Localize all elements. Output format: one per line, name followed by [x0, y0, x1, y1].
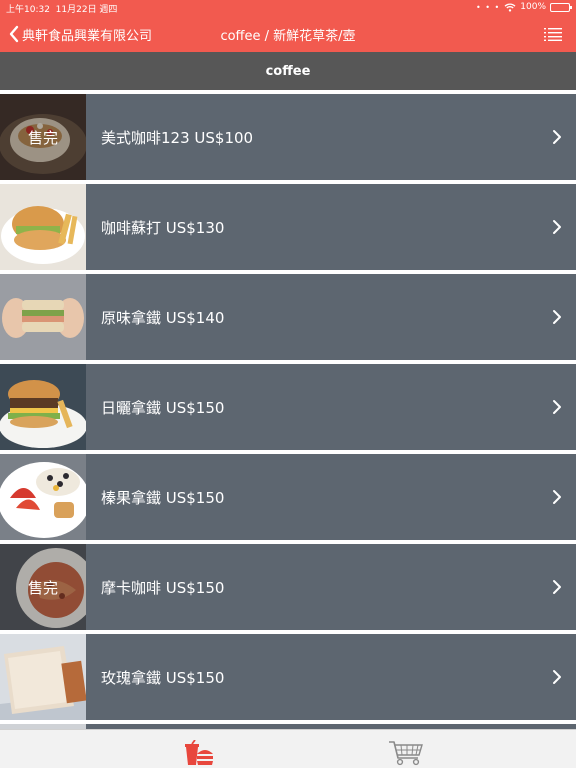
- item-label: 日曬拿鐵 US$150: [101, 399, 225, 417]
- status-time-date: 上午10:32 11月22日 週四: [6, 2, 117, 15]
- product-image: 售完: [0, 544, 86, 630]
- section-title: coffee: [265, 63, 311, 79]
- chevron-right-icon: [553, 220, 561, 234]
- dots-icon: • • •: [476, 2, 501, 12]
- chevron-right-icon: [553, 400, 561, 414]
- tab-bar: [0, 729, 576, 768]
- product-photo: [0, 634, 86, 720]
- item-label: 咖啡蘇打 US$130: [101, 219, 225, 237]
- status-right: • • • 100%: [476, 2, 572, 12]
- product-photo: [0, 454, 86, 540]
- item-label: 美式咖啡123 US$100: [101, 129, 254, 147]
- product-photo: [0, 364, 86, 450]
- list-item[interactable]: 售完 美式咖啡123 US$100: [0, 94, 576, 180]
- item-label: 原味拿鐵 US$140: [101, 309, 225, 327]
- chevron-right-icon: [553, 310, 561, 324]
- tab-cart[interactable]: [388, 740, 424, 770]
- back-button[interactable]: 典軒食品興業有限公司: [8, 24, 152, 44]
- battery-percent: 100%: [520, 2, 546, 12]
- sold-out-badge: 售完: [0, 94, 86, 180]
- back-label: 典軒食品興業有限公司: [22, 28, 153, 44]
- tab-menu[interactable]: [182, 739, 214, 770]
- item-label: 摩卡咖啡 US$150: [101, 579, 225, 597]
- chevron-right-icon: [553, 670, 561, 684]
- menu-button[interactable]: [544, 26, 562, 42]
- drink-food-icon: [185, 739, 213, 765]
- nav-bar: 典軒食品興業有限公司 coffee / 新鮮花草茶/壺: [0, 16, 576, 52]
- section-header: coffee: [0, 52, 576, 90]
- item-label: 玫瑰拿鐵 US$150: [101, 669, 225, 687]
- product-image: [0, 274, 86, 360]
- page-title: coffee / 新鮮花草茶/壺: [220, 29, 356, 44]
- battery-icon: [550, 2, 572, 12]
- product-image: [0, 454, 86, 540]
- status-bar: 上午10:32 11月22日 週四 • • • 100%: [0, 0, 576, 16]
- list-item[interactable]: 售完 摩卡咖啡 US$150: [0, 544, 576, 630]
- product-photo: [0, 274, 86, 360]
- sold-out-badge: 售完: [0, 544, 86, 630]
- item-label: 榛果拿鐵 US$150: [101, 489, 225, 507]
- wifi-icon: [504, 2, 516, 12]
- list-item[interactable]: 玫瑰拿鐵 US$150: [0, 634, 576, 720]
- product-photo: [0, 184, 86, 270]
- chevron-right-icon: [553, 130, 561, 144]
- list-item[interactable]: 咖啡蘇打 US$130: [0, 184, 576, 270]
- list-item[interactable]: 日曬拿鐵 US$150: [0, 364, 576, 450]
- list-icon: [544, 28, 562, 41]
- chevron-right-icon: [553, 490, 561, 504]
- status-time: 上午10:32: [6, 5, 50, 15]
- product-image: 售完: [0, 94, 86, 180]
- status-date: 11月22日 週四: [55, 5, 118, 15]
- product-image: [0, 364, 86, 450]
- list-item[interactable]: 榛果拿鐵 US$150: [0, 454, 576, 540]
- product-image: [0, 634, 86, 720]
- product-image: [0, 184, 86, 270]
- shopping-cart-icon: [389, 741, 423, 766]
- list-item[interactable]: 原味拿鐵 US$140: [0, 274, 576, 360]
- chevron-right-icon: [553, 580, 561, 594]
- chevron-left-icon: [9, 25, 19, 43]
